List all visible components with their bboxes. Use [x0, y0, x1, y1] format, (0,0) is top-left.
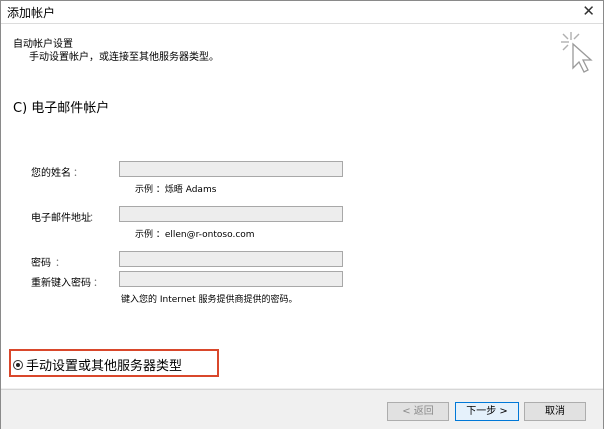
close-icon[interactable]: ✕	[582, 2, 595, 20]
name-example: 示例 ：烁晤 Adams	[135, 185, 217, 195]
window-title: 添加帐户	[7, 6, 56, 20]
header-subtitle: 手动设置帐户，或连接至其他服务器类型。	[29, 52, 219, 63]
name-input[interactable]	[119, 161, 343, 177]
next-button[interactable]: 下一步 >	[455, 402, 519, 421]
email-colon: ：	[89, 213, 99, 224]
password-colon: ：	[55, 258, 65, 269]
title-bar: 添加帐户 ✕	[1, 1, 603, 23]
name-colon: ：	[73, 168, 83, 179]
retype-colon: ：	[93, 278, 103, 289]
back-button[interactable]: < 返回	[387, 402, 449, 421]
email-account-option[interactable]: C) 电子邮件帐户	[13, 97, 109, 116]
password-input[interactable]	[119, 251, 343, 267]
retype-password-label: 重新键入密码	[31, 278, 91, 289]
dialog-header: 自动帐户设置 手动设置帐户，或连接至其他服务器类型。	[1, 23, 603, 78]
radio-selected-icon[interactable]	[13, 359, 23, 370]
add-account-dialog: 添加帐户 ✕ 自动帐户设置 手动设置帐户，或连接至其他服务器类型。 C) 电子邮…	[0, 0, 604, 429]
email-example: 示例 ：ellen@r-ontoso.com	[135, 230, 255, 240]
manual-setup-label: 手动设置或其他服务器类型	[26, 359, 183, 374]
retype-password-input[interactable]	[119, 271, 343, 287]
name-label: 您的姓名	[31, 168, 71, 179]
email-label: 电子邮件地址	[31, 213, 91, 224]
dialog-footer: < 返回 下一步 > 取消	[1, 389, 603, 429]
cancel-button[interactable]: 取消	[524, 402, 586, 421]
dialog-content: C) 电子邮件帐户 您的姓名 ： 示例 ：烁晤 Adams 电子邮件地址 ： 示…	[1, 77, 603, 388]
password-label: 密码	[31, 258, 51, 269]
manual-setup-option[interactable]: 手动设置或其他服务器类型	[13, 355, 182, 374]
email-input[interactable]	[119, 206, 343, 222]
password-hint: 键入您的 Internet 服务提供商提供的密码。	[121, 295, 298, 305]
magic-wand-cursor-icon	[561, 32, 593, 73]
